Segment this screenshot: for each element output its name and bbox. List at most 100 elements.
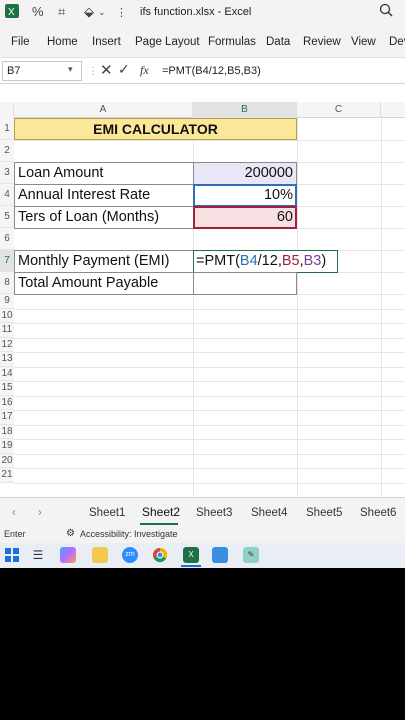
- gridline: [14, 140, 405, 141]
- percent-format-icon[interactable]: %: [32, 4, 44, 19]
- notes-icon[interactable]: ✎: [243, 547, 259, 563]
- loan-amount-label[interactable]: Loan Amount: [14, 162, 194, 185]
- ribbon-tabs: File Home Insert Page Layout Formulas Da…: [0, 26, 405, 58]
- formula-text: ): [321, 253, 327, 269]
- title-bar: X % ⌗ ⬙ ⌄ ⋮ ifs function.xlsx - Excel: [0, 0, 405, 26]
- search-icon[interactable]: [379, 3, 393, 20]
- select-all-corner[interactable]: [0, 102, 14, 118]
- formula-text: =PMT(: [196, 253, 240, 269]
- fill-color-icon[interactable]: ⬙: [84, 4, 94, 20]
- sheet-tab-1[interactable]: Sheet1: [89, 507, 125, 519]
- windows-start-icon[interactable]: [4, 547, 20, 563]
- row-header[interactable]: 21: [0, 468, 14, 483]
- row-header[interactable]: 7: [0, 250, 14, 272]
- row-header[interactable]: 4: [0, 184, 14, 206]
- insert-function-button[interactable]: fx: [140, 63, 149, 78]
- file-explorer-icon[interactable]: [92, 547, 108, 563]
- loan-term-value[interactable]: 60: [193, 206, 297, 229]
- calculator-title[interactable]: EMI CALCULATOR: [14, 118, 297, 140]
- column-header-bar: A B C: [0, 102, 405, 118]
- total-payable-label[interactable]: Total Amount Payable: [14, 272, 194, 295]
- row-header[interactable]: 10: [0, 308, 14, 323]
- tab-insert[interactable]: Insert: [92, 36, 121, 48]
- chevron-down-icon[interactable]: ⌄: [98, 7, 106, 18]
- formula-bar: B7 ▾ ⋮ ✕ ✓ fx =PMT(B4/12,B5,B3): [0, 58, 405, 84]
- gridline: [14, 337, 405, 339]
- sheet-tab-4[interactable]: Sheet4: [251, 507, 287, 519]
- excel-window: X % ⌗ ⬙ ⌄ ⋮ ifs function.xlsx - Excel Fi…: [0, 0, 405, 568]
- accessibility-icon: ⚙: [66, 528, 75, 539]
- window-title: ifs function.xlsx - Excel: [140, 6, 252, 18]
- format-painter-icon[interactable]: ⌗: [58, 4, 65, 20]
- row-header[interactable]: 13: [0, 352, 14, 367]
- active-app-indicator: [181, 565, 201, 567]
- tab-data[interactable]: Data: [266, 36, 290, 48]
- column-header-b[interactable]: B: [193, 102, 297, 118]
- total-payable-value[interactable]: [193, 272, 297, 295]
- cancel-icon[interactable]: ✕: [100, 61, 113, 79]
- tab-home[interactable]: Home: [47, 36, 78, 48]
- row-header[interactable]: 3: [0, 162, 14, 184]
- row-header[interactable]: 20: [0, 453, 14, 468]
- row-header[interactable]: 17: [0, 410, 14, 425]
- tab-view[interactable]: View: [351, 36, 376, 48]
- accessibility-status[interactable]: Accessibility: Investigate: [80, 529, 178, 539]
- row-header[interactable]: 1: [0, 118, 14, 140]
- tab-developer[interactable]: Dev: [389, 36, 405, 48]
- gridline: [381, 118, 382, 497]
- gridline: [14, 482, 405, 484]
- photos-icon[interactable]: [212, 547, 228, 563]
- column-header-c[interactable]: C: [297, 102, 381, 118]
- active-sheet-indicator: [140, 523, 178, 525]
- emi-formula-cell[interactable]: =PMT(B4/12,B5,B3): [193, 250, 338, 273]
- row-header[interactable]: 9: [0, 294, 14, 309]
- formula-input[interactable]: =PMT(B4/12,B5,B3): [162, 65, 261, 77]
- row-header[interactable]: 15: [0, 381, 14, 396]
- tab-formulas[interactable]: Formulas: [208, 36, 256, 48]
- tab-review[interactable]: Review: [303, 36, 341, 48]
- task-view-icon[interactable]: ☰: [30, 547, 46, 563]
- row-header[interactable]: 6: [0, 228, 14, 250]
- row-header[interactable]: 18: [0, 424, 14, 439]
- row-header[interactable]: 12: [0, 337, 14, 352]
- scroll-left-icon[interactable]: ‹: [12, 507, 16, 519]
- chrome-icon[interactable]: [152, 547, 168, 563]
- interest-rate-label[interactable]: Annual Interest Rate: [14, 184, 194, 207]
- grid-top-strip: [0, 84, 405, 102]
- more-icon[interactable]: ⋮: [116, 6, 127, 19]
- worksheet-grid: A B C 1 2 3 4 5 6 7 8 9 10 11 12 13 14 1…: [0, 84, 405, 497]
- enter-check-icon[interactable]: ✓: [118, 61, 130, 78]
- separator-dots-icon: ⋮: [88, 66, 98, 77]
- row-header[interactable]: 19: [0, 439, 14, 454]
- row-header[interactable]: 16: [0, 395, 14, 410]
- copilot-icon[interactable]: [60, 547, 76, 563]
- svg-text:X: X: [8, 7, 15, 18]
- gridline: [14, 468, 405, 469]
- row-header[interactable]: 2: [0, 140, 14, 162]
- sheet-tab-6[interactable]: Sheet6: [360, 507, 396, 519]
- sheet-tab-2[interactable]: Sheet2: [142, 505, 180, 519]
- column-header-a[interactable]: A: [14, 102, 193, 118]
- tab-file[interactable]: File: [11, 36, 30, 48]
- loan-term-label[interactable]: Ters of Loan (Months): [14, 206, 194, 229]
- interest-rate-value[interactable]: 10%: [193, 184, 297, 207]
- row-header[interactable]: 11: [0, 323, 14, 338]
- row-header[interactable]: 8: [0, 272, 14, 294]
- status-bar: Enter ⚙ Accessibility: Investigate: [0, 527, 405, 543]
- emi-label[interactable]: Monthly Payment (EMI): [14, 250, 194, 273]
- row-header[interactable]: 5: [0, 206, 14, 228]
- sheet-tab-5[interactable]: Sheet5: [306, 507, 342, 519]
- loan-amount-value[interactable]: 200000: [193, 162, 297, 185]
- gridline: [14, 308, 405, 310]
- gridline: [14, 323, 405, 324]
- chevron-down-icon[interactable]: ▾: [68, 64, 73, 75]
- zoom-icon[interactable]: zm: [122, 547, 138, 563]
- gridline: [14, 395, 405, 397]
- scroll-right-icon[interactable]: ›: [38, 507, 42, 519]
- sheet-tab-3[interactable]: Sheet3: [196, 507, 232, 519]
- tab-page-layout[interactable]: Page Layout: [135, 36, 200, 48]
- gridline: [14, 453, 405, 455]
- row-header[interactable]: 14: [0, 366, 14, 381]
- excel-taskbar-icon[interactable]: X: [183, 547, 199, 563]
- gridline: [14, 424, 405, 426]
